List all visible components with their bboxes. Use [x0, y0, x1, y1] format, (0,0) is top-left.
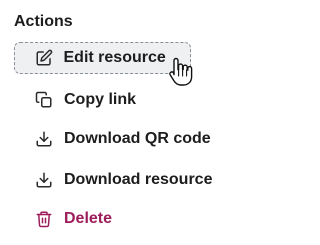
copy-link-menu-item[interactable]: Copy link — [14, 84, 190, 116]
download-icon — [34, 129, 54, 149]
download-icon — [34, 170, 54, 190]
menu-title: Actions — [14, 13, 73, 30]
edit-icon — [34, 48, 54, 68]
delete-menu-item[interactable]: Delete — [14, 203, 190, 235]
delete-label: Delete — [64, 210, 113, 227]
copy-link-label: Copy link — [64, 91, 137, 108]
trash-icon — [34, 209, 54, 229]
download-resource-label: Download resource — [64, 171, 213, 188]
download-resource-menu-item[interactable]: Download resource — [14, 164, 212, 196]
edit-resource-menu-item[interactable]: Edit resource — [14, 42, 191, 74]
edit-resource-label: Edit resource — [63, 49, 166, 66]
copy-icon — [34, 90, 54, 110]
download-qr-code-menu-item[interactable]: Download QR code — [14, 123, 211, 155]
download-qr-code-label: Download QR code — [64, 130, 211, 147]
actions-menu: Actions Edit resource Copy link Download… — [0, 0, 248, 245]
